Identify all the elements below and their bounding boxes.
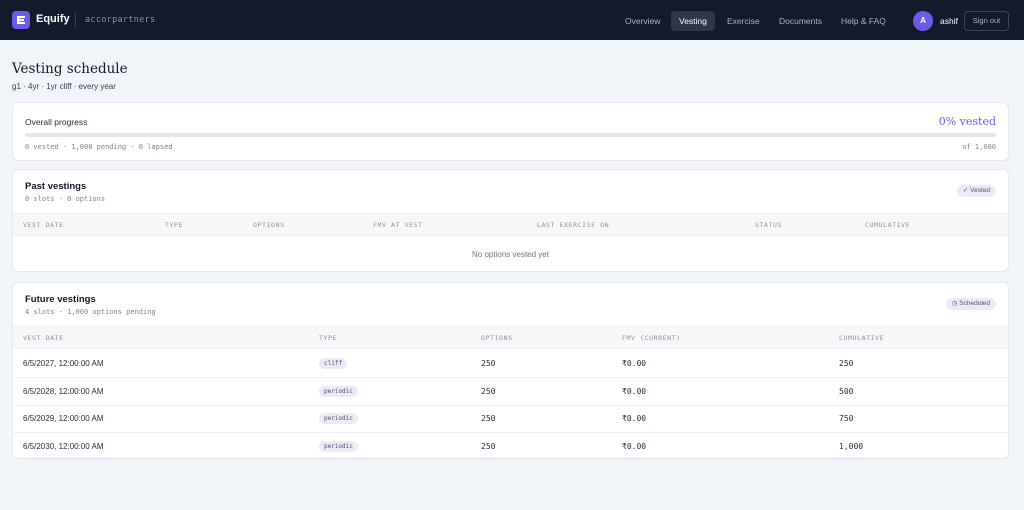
future-vestings-summary: 4 slots · 1,000 options pending [25,308,156,316]
column-header: OPTIONS [481,334,513,342]
past-table-header: VEST DATE TYPE OPTIONS FMV AT VEST LAST … [13,213,1008,236]
column-header: STATUS [755,221,783,229]
column-header: LAST EXERCISE ON [537,221,610,229]
past-vestings-summary: 0 slots · 0 options [25,195,106,203]
table-row: 6/5/2029, 12:00:00 AM periodic 250 ₹0.00… [13,405,1008,433]
column-header: FMV (CURRENT) [622,334,681,342]
column-header: FMV AT VEST [373,221,423,229]
future-vestings-title: Future vestings [25,294,96,305]
type-badge: cliff [319,358,348,369]
avatar[interactable]: A [913,11,933,31]
cumulative-value: 500 [839,387,854,396]
equify-logo-icon[interactable] [12,11,30,29]
progress-stats: 0 vested · 1,000 pending · 0 lapsed [25,143,173,151]
options-count: 250 [481,442,496,451]
future-vestings-card: Future vestings 4 slots · 1,000 options … [12,282,1009,459]
scheduled-badge: ◷ Scheduled [945,298,996,310]
sign-out-button[interactable]: Sign out [964,11,1009,31]
fmv-value: ₹0.00 [622,387,647,396]
grant-summary: g1 · 4yr · 1yr cliff · every year [12,82,116,91]
options-count: 250 [481,414,496,423]
vested-badge: ✓ Vested [956,185,996,197]
past-vestings-title: Past vestings [25,181,87,192]
progress-label: Overall progress [25,117,88,127]
options-count: 250 [481,387,496,396]
overall-progress-card: Overall progress 0% vested 0 vested · 1,… [12,102,1009,161]
fmv-value: ₹0.00 [622,442,647,451]
nav-help-faq[interactable]: Help & FAQ [833,11,894,31]
type-badge: periodic [319,441,358,452]
empty-state-message: No options vested yet [472,250,549,259]
table-row: 6/5/2028, 12:00:00 AM periodic 250 ₹0.00… [13,378,1008,406]
top-nav-bar: Equify accorpartners Overview Vesting Ex… [0,0,1024,40]
table-row: 6/5/2030, 12:00:00 AM periodic 250 ₹0.00… [13,433,1008,458]
page-title: Vesting schedule [12,61,128,77]
column-header: CUMULATIVE [865,221,911,229]
vest-date: 6/5/2028, 12:00:00 AM [23,387,104,396]
table-row: 6/5/2027, 12:00:00 AM cliff 250 ₹0.00 25… [13,350,1008,378]
cumulative-value: 750 [839,414,854,423]
future-table-header: VEST DATE TYPE OPTIONS FMV (CURRENT) CUM… [13,326,1008,349]
type-badge: periodic [319,386,358,397]
brand-name[interactable]: Equify [36,13,70,25]
progress-bar [25,133,996,137]
column-header: TYPE [165,221,184,229]
options-count: 250 [481,359,496,368]
nav-vesting[interactable]: Vesting [671,11,715,31]
nav-documents[interactable]: Documents [771,11,830,31]
column-header: VEST DATE [23,334,64,342]
cumulative-value: 1,000 [839,442,864,451]
nav-overview[interactable]: Overview [617,11,668,31]
vest-date: 6/5/2030, 12:00:00 AM [23,442,104,451]
cumulative-value: 250 [839,359,854,368]
column-header: OPTIONS [253,221,285,229]
vest-date: 6/5/2027, 12:00:00 AM [23,359,104,368]
organization-name: accorpartners [85,15,156,25]
type-badge: periodic [319,413,358,424]
vested-percent: 0% vested [938,115,996,128]
vest-date: 6/5/2029, 12:00:00 AM [23,414,104,423]
logo-glyph-icon [17,16,25,24]
past-vestings-card: Past vestings 0 slots · 0 options ✓ Vest… [12,169,1009,272]
column-header: TYPE [319,334,338,342]
column-header: CUMULATIVE [839,334,885,342]
progress-total: of 1,000 [962,143,996,151]
user-name: ashif [940,16,958,26]
fmv-value: ₹0.00 [622,414,647,423]
column-header: VEST DATE [23,221,64,229]
nav-exercise[interactable]: Exercise [719,11,768,31]
brand-divider [75,13,76,27]
fmv-value: ₹0.00 [622,359,647,368]
